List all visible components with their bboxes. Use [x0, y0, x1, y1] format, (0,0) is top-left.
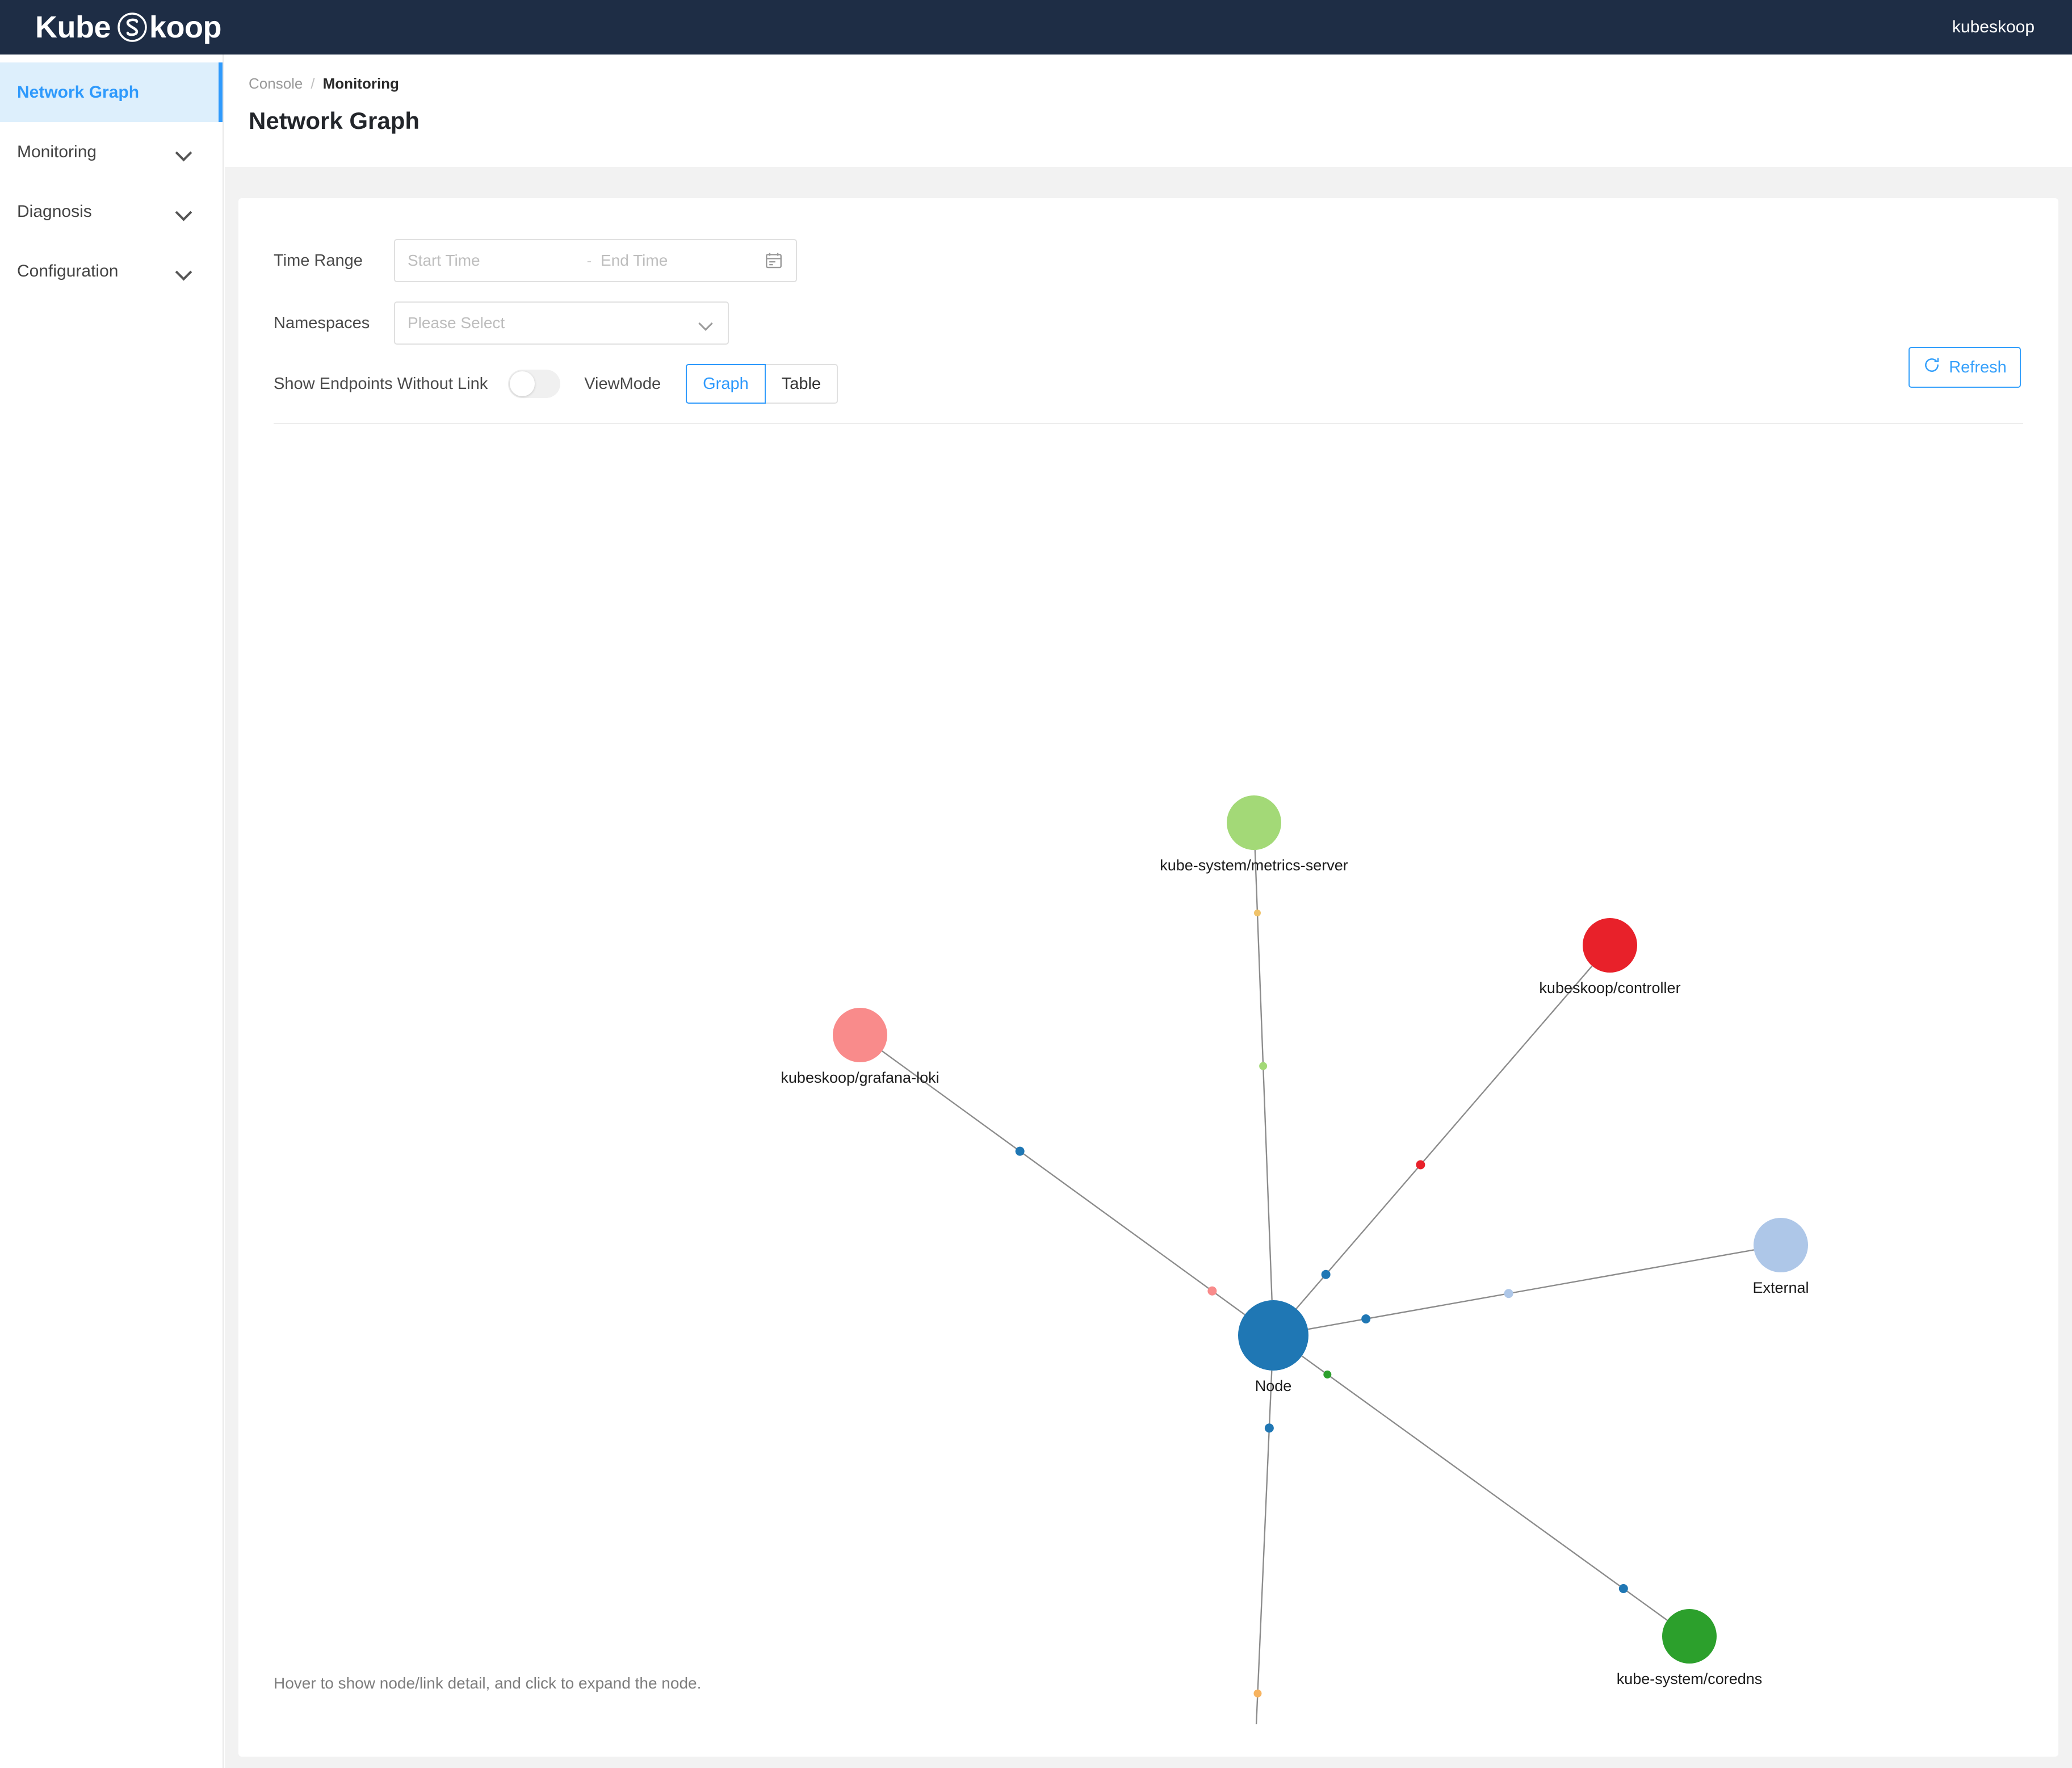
network-graph-svg[interactable]: kube-system/metrics-server kubeskoop/cont…: [238, 424, 2058, 1724]
graph-node-metrics-server[interactable]: [1227, 795, 1281, 850]
logo-text-kube: Kube: [35, 10, 111, 45]
graph-node-label-controller: kubeskoop/controller: [1539, 979, 1680, 996]
network-graph-card: Time Range Start Time - End Time: [238, 198, 2058, 1757]
refresh-label: Refresh: [1949, 358, 2007, 377]
top-bar: Kube koop kubeskoop: [0, 0, 2072, 55]
graph-node-label-coredns: kube-system/coredns: [1617, 1670, 1763, 1687]
time-range-label: Time Range: [274, 252, 394, 270]
chevron-down-icon: [176, 207, 193, 217]
namespaces-row: Namespaces Please Select: [274, 301, 2058, 345]
chevron-down-icon: [699, 319, 715, 328]
calendar-icon[interactable]: [764, 251, 783, 270]
viewmode-segmented-control: Graph Table: [686, 364, 838, 404]
chevron-down-icon: [176, 147, 193, 157]
namespaces-select[interactable]: Please Select: [394, 301, 729, 345]
page-title: Network Graph: [249, 107, 2072, 135]
graph-edge-marker[interactable]: [1253, 1690, 1261, 1698]
logo-text-skoop: koop: [149, 10, 221, 45]
content-area: Time Range Start Time - End Time: [225, 167, 2072, 1768]
show-endpoints-label: Show Endpoints Without Link: [274, 375, 488, 393]
network-graph-canvas[interactable]: kube-system/metrics-server kubeskoop/cont…: [238, 424, 2058, 1724]
app-logo[interactable]: Kube koop: [35, 10, 221, 45]
time-range-picker[interactable]: Start Time - End Time: [394, 239, 797, 282]
graph-edge-node-to-external[interactable]: [1308, 1250, 1754, 1329]
sidebar-item-label: Network Graph: [17, 83, 193, 102]
sidebar: Network Graph Monitoring Diagnosis Confi…: [0, 55, 224, 1768]
sidebar-item-label: Diagnosis: [17, 202, 176, 221]
logo-s-mark-icon: [116, 11, 148, 43]
graph-node-node[interactable]: [1238, 1300, 1308, 1371]
breadcrumb-root[interactable]: Console: [249, 75, 303, 93]
sidebar-item-network-graph[interactable]: Network Graph: [0, 62, 223, 122]
graph-edge-marker[interactable]: [1504, 1289, 1513, 1298]
graph-node-coredns[interactable]: [1662, 1609, 1717, 1664]
graph-edge-marker[interactable]: [1323, 1371, 1331, 1379]
graph-hint-text: Hover to show node/link detail, and clic…: [274, 1674, 701, 1692]
namespaces-label: Namespaces: [274, 314, 394, 333]
namespaces-placeholder: Please Select: [408, 314, 699, 332]
graph-edge-marker[interactable]: [1619, 1584, 1628, 1593]
main-content: Console / Monitoring Network Graph Time …: [225, 55, 2072, 1768]
graph-node-grafana-loki[interactable]: [833, 1008, 887, 1062]
viewmode-label: ViewMode: [584, 375, 661, 393]
refresh-button[interactable]: Refresh: [1909, 347, 2021, 388]
graph-node-label-node: Node: [1255, 1377, 1292, 1394]
graph-edge-marker[interactable]: [1254, 910, 1261, 916]
graph-edge-marker[interactable]: [1016, 1147, 1025, 1156]
graph-edge-marker[interactable]: [1259, 1062, 1267, 1070]
breadcrumb-current: Monitoring: [323, 75, 399, 93]
graph-edge-marker[interactable]: [1322, 1270, 1331, 1279]
graph-node-label-grafana-loki: kubeskoop/grafana-loki: [781, 1069, 939, 1086]
sidebar-item-configuration[interactable]: Configuration: [0, 241, 223, 301]
graph-node-external[interactable]: [1754, 1218, 1808, 1272]
graph-edge-marker[interactable]: [1265, 1423, 1274, 1432]
start-time-input[interactable]: Start Time: [408, 252, 578, 270]
viewmode-row: Show Endpoints Without Link ViewMode Gra…: [274, 364, 2058, 404]
chevron-down-icon: [176, 266, 193, 276]
graph-node-controller[interactable]: [1583, 918, 1637, 973]
breadcrumb: Console / Monitoring: [249, 75, 2072, 93]
graph-edge-marker[interactable]: [1416, 1160, 1425, 1169]
end-time-input[interactable]: End Time: [601, 252, 764, 270]
graph-edge-marker[interactable]: [1207, 1287, 1217, 1296]
refresh-icon: [1923, 356, 1941, 379]
viewmode-option-table[interactable]: Table: [766, 364, 838, 404]
breadcrumb-separator: /: [311, 75, 314, 93]
graph-edge-node-to-controller[interactable]: [1297, 966, 1592, 1309]
graph-node-label-metrics-server: kube-system/metrics-server: [1160, 857, 1348, 874]
range-separator: -: [578, 252, 601, 270]
viewmode-option-graph[interactable]: Graph: [686, 364, 766, 404]
page-header: Console / Monitoring Network Graph: [225, 55, 2072, 149]
show-endpoints-toggle[interactable]: [508, 370, 560, 398]
sidebar-item-label: Monitoring: [17, 143, 176, 162]
sidebar-item-label: Configuration: [17, 262, 176, 281]
sidebar-item-monitoring[interactable]: Monitoring: [0, 122, 223, 182]
sidebar-item-diagnosis[interactable]: Diagnosis: [0, 182, 223, 241]
graph-edge-marker[interactable]: [1361, 1314, 1370, 1323]
toggle-knob: [510, 371, 535, 396]
current-user[interactable]: kubeskoop: [1952, 18, 2035, 37]
graph-edge-node-to-grafana-loki[interactable]: [882, 1051, 1245, 1314]
filter-panel: Time Range Start Time - End Time: [238, 198, 2058, 404]
graph-node-label-external: External: [1752, 1279, 1809, 1296]
graph-edge-node-to-coredns[interactable]: [1302, 1356, 1667, 1620]
graph-edge-node-to-metrics-server[interactable]: [1255, 850, 1272, 1300]
time-range-row: Time Range Start Time - End Time: [274, 239, 2058, 282]
